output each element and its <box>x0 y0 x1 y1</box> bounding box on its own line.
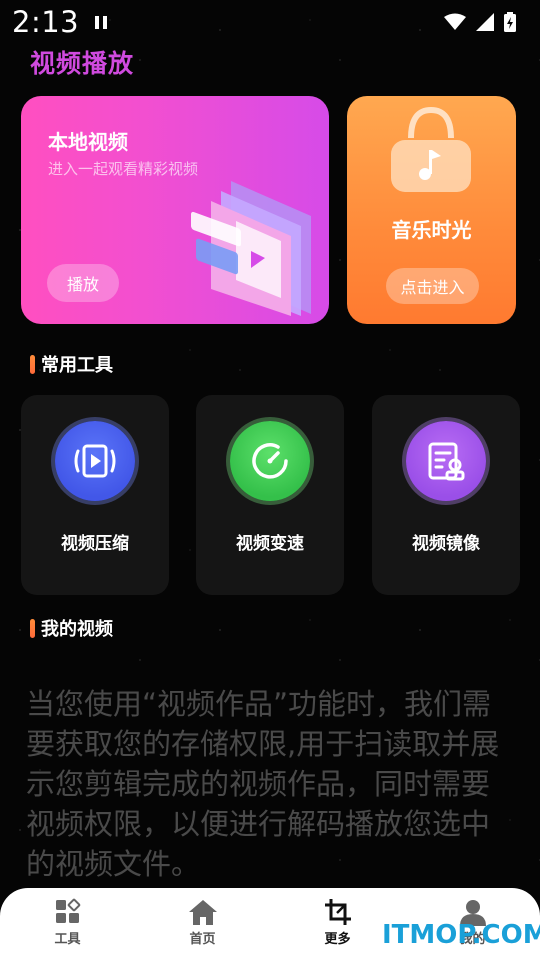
tool-label: 视频变速 <box>236 534 304 554</box>
media-pause-icon <box>95 15 108 29</box>
tool-video-mirror[interactable]: 视频镜像 <box>372 395 520 595</box>
page-title: 视频播放 <box>30 49 135 78</box>
wifi-icon <box>444 13 466 30</box>
nav-label-more: 更多 <box>324 932 351 947</box>
tools-section-title: 常用工具 <box>41 355 113 376</box>
local-video-card[interactable]: 本地视频 进入一起观看精彩视频 播放 <box>21 96 329 324</box>
section-accent-bar <box>30 618 35 638</box>
battery-icon <box>504 12 516 32</box>
section-accent-bar <box>30 354 35 374</box>
my-video-section-title: 我的视频 <box>41 619 113 640</box>
tools-section-header: 常用工具 <box>30 351 113 377</box>
signal-icon <box>476 13 494 31</box>
local-video-title: 本地视频 <box>48 130 128 154</box>
enter-button[interactable]: 点击进入 <box>386 268 479 304</box>
mirror-document-icon <box>406 421 486 501</box>
status-time: 2:13 <box>12 5 80 39</box>
nav-label-home: 首页 <box>189 932 216 947</box>
tool-video-compress[interactable]: 视频压缩 <box>21 395 169 595</box>
tool-label: 视频压缩 <box>61 534 129 554</box>
local-video-subtitle: 进入一起观看精彩视频 <box>48 160 199 178</box>
music-title: 音乐时光 <box>391 218 472 242</box>
nav-label-tools: 工具 <box>54 932 81 947</box>
crop-icon <box>324 899 351 925</box>
music-bag-icon <box>391 106 471 192</box>
nav-home[interactable]: 首页 <box>135 888 270 960</box>
music-time-card[interactable]: 音乐时光 点击进入 <box>347 96 516 324</box>
tools-grid-icon <box>55 898 80 923</box>
tool-video-speed[interactable]: 视频变速 <box>196 395 344 595</box>
tool-label: 视频镜像 <box>412 534 480 554</box>
permission-notice: 当您使用“视频作品”功能时，我们需要获取您的存储权限,用于扫读取并展示您剪辑完成… <box>26 687 500 881</box>
nav-tools[interactable]: 工具 <box>0 888 135 960</box>
video-compress-icon <box>55 421 135 501</box>
my-video-section-header: 我的视频 <box>30 615 113 641</box>
site-watermark: ITMOP.COM <box>382 920 540 950</box>
home-icon <box>188 900 217 925</box>
video-stack-illustration <box>191 181 311 316</box>
status-bar: 2:13 <box>0 0 540 44</box>
speedometer-icon <box>230 421 310 501</box>
play-button[interactable]: 播放 <box>47 264 119 302</box>
